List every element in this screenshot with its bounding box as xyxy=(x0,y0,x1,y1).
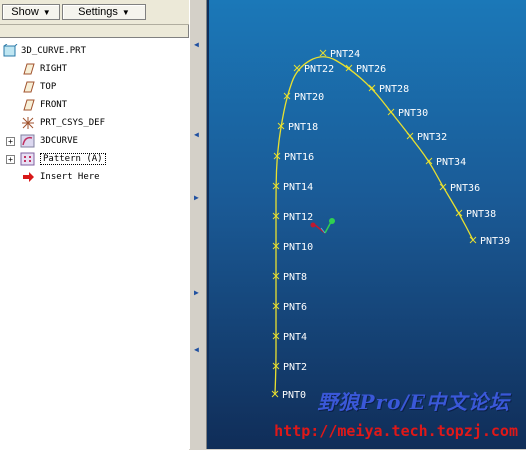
chevron-down-icon: ▼ xyxy=(42,7,51,17)
datum-point-label: PNT10 xyxy=(283,242,313,253)
expand-icon[interactable]: + xyxy=(6,137,15,146)
settings-button-label: Settings xyxy=(78,6,118,18)
datum-curve xyxy=(274,56,474,395)
tree-item-label: 3D_CURVE.PRT xyxy=(21,46,87,56)
datum-plane-icon xyxy=(20,80,36,94)
datum-point-label: PNT36 xyxy=(450,183,480,194)
datum-point-marker[interactable]: PNT10 xyxy=(272,242,313,253)
tree-item-label: Insert Here xyxy=(40,172,100,182)
collapse-arrow-icon[interactable]: ◀ xyxy=(194,40,199,49)
datum-point-marker[interactable]: PNT0 xyxy=(271,390,306,401)
csys-triad-icon xyxy=(310,218,335,234)
datum-point-label: PNT28 xyxy=(379,84,409,95)
tree-item-3dcurve[interactable]: + 3DCURVE xyxy=(4,133,78,149)
datum-point-label: PNT32 xyxy=(417,132,447,143)
datum-point-label: PNT12 xyxy=(283,212,313,223)
tree-item-root[interactable]: 3D_CURVE.PRT xyxy=(2,43,86,59)
datum-point-marker[interactable]: PNT16 xyxy=(273,152,314,163)
datum-point-label: PNT18 xyxy=(288,122,318,133)
tree-item-label: 3DCURVE xyxy=(40,136,78,146)
datum-point-label: PNT30 xyxy=(398,108,428,119)
collapse-arrow-icon[interactable]: ◀ xyxy=(194,130,199,139)
expand-icon[interactable]: + xyxy=(6,155,15,164)
datum-point-label: PNT38 xyxy=(466,209,496,220)
tree-item-label: FRONT xyxy=(40,100,68,110)
datum-plane-icon xyxy=(20,62,36,76)
show-button[interactable]: Show ▼ xyxy=(2,4,60,20)
tree-item-pattern[interactable]: + Pattern (A) xyxy=(4,151,106,167)
part-icon xyxy=(2,43,18,58)
datum-point-label: PNT39 xyxy=(480,236,510,247)
datum-point-marker[interactable]: PNT30 xyxy=(387,108,428,119)
datum-point-marker[interactable]: PNT8 xyxy=(272,272,307,283)
insert-arrow-icon xyxy=(20,170,36,184)
datum-point-marker[interactable]: PNT6 xyxy=(272,302,307,313)
model-tree: 3D_CURVE.PRT RIGHT TOP FRONT PRT_CSYS_DE… xyxy=(0,37,189,450)
datum-point-label: PNT4 xyxy=(283,332,307,343)
collapse-arrow-icon[interactable]: ▶ xyxy=(194,193,199,202)
model-tree-toolbar: Show ▼ Settings ▼ xyxy=(0,0,189,25)
tree-item-label: RIGHT xyxy=(40,64,68,74)
watermark-url: http://meiya.tech.topzj.com xyxy=(274,422,518,440)
datum-point-label: PNT22 xyxy=(304,64,334,75)
datum-point-marker[interactable]: PNT14 xyxy=(272,182,313,193)
curve-feature-icon xyxy=(20,134,36,148)
watermark-logo-text: 野狼Pro/E中文论坛 xyxy=(317,390,510,414)
datum-point-marker[interactable]: PNT22 xyxy=(293,64,334,75)
datum-point-marker[interactable]: PNT24 xyxy=(319,49,360,60)
panel-splitter[interactable]: ◀ ◀ ▶ ▶ ◀ xyxy=(189,0,207,449)
datum-point-label: PNT14 xyxy=(283,182,313,193)
datum-point-marker[interactable]: PNT20 xyxy=(283,92,324,103)
datum-point-label: PNT16 xyxy=(284,152,314,163)
datum-point-label: PNT26 xyxy=(356,64,386,75)
show-button-label: Show xyxy=(11,6,39,18)
datum-point-marker[interactable]: PNT4 xyxy=(272,332,307,343)
collapse-arrow-icon[interactable]: ▶ xyxy=(194,288,199,297)
datum-point-marker[interactable]: PNT2 xyxy=(272,362,307,373)
datum-point-label: PNT8 xyxy=(283,272,307,283)
tree-item-top[interactable]: TOP xyxy=(20,79,56,95)
datum-point-marker[interactable]: PNT26 xyxy=(345,64,386,75)
datum-point-label: PNT2 xyxy=(283,362,307,373)
tree-item-label: TOP xyxy=(40,82,57,92)
datum-point-marker[interactable]: PNT39 xyxy=(469,236,510,247)
tree-item-csys[interactable]: PRT_CSYS_DEF xyxy=(20,115,105,131)
tree-item-right[interactable]: RIGHT xyxy=(20,61,67,77)
datum-point-label: PNT20 xyxy=(294,92,324,103)
datum-point-label: PNT0 xyxy=(282,390,306,401)
settings-button[interactable]: Settings ▼ xyxy=(62,4,146,20)
tree-item-label: Pattern (A) xyxy=(40,153,106,165)
datum-point-label: PNT24 xyxy=(330,49,360,60)
tree-item-label: PRT_CSYS_DEF xyxy=(40,118,106,128)
curve-canvas: PNT0 PNT2 PNT4 PNT6 PNT8 PNT10 PNT12 PNT14 PNT16… xyxy=(271,49,510,401)
tree-item-insert-here[interactable]: Insert Here xyxy=(20,169,100,185)
csys-icon xyxy=(20,116,36,130)
datum-point-marker[interactable]: PNT12 xyxy=(272,212,313,223)
datum-point-marker[interactable]: PNT28 xyxy=(368,84,409,95)
datum-plane-icon xyxy=(20,98,36,112)
datum-point-label: PNT6 xyxy=(283,302,307,313)
pattern-icon xyxy=(20,152,36,166)
tree-item-front[interactable]: FRONT xyxy=(20,97,67,113)
model-tree-panel: Show ▼ Settings ▼ 3D_CURVE.PRT RIGHT TOP… xyxy=(0,0,189,450)
collapse-arrow-icon[interactable]: ◀ xyxy=(194,345,199,354)
datum-point-marker[interactable]: PNT18 xyxy=(277,122,318,133)
datum-point-label: PNT34 xyxy=(436,157,466,168)
datum-point-marker[interactable]: PNT32 xyxy=(406,132,447,143)
chevron-down-icon: ▼ xyxy=(121,7,130,17)
graphics-window[interactable]: PNT0 PNT2 PNT4 PNT6 PNT8 PNT10 PNT12 PNT14 PNT16… xyxy=(207,0,526,449)
